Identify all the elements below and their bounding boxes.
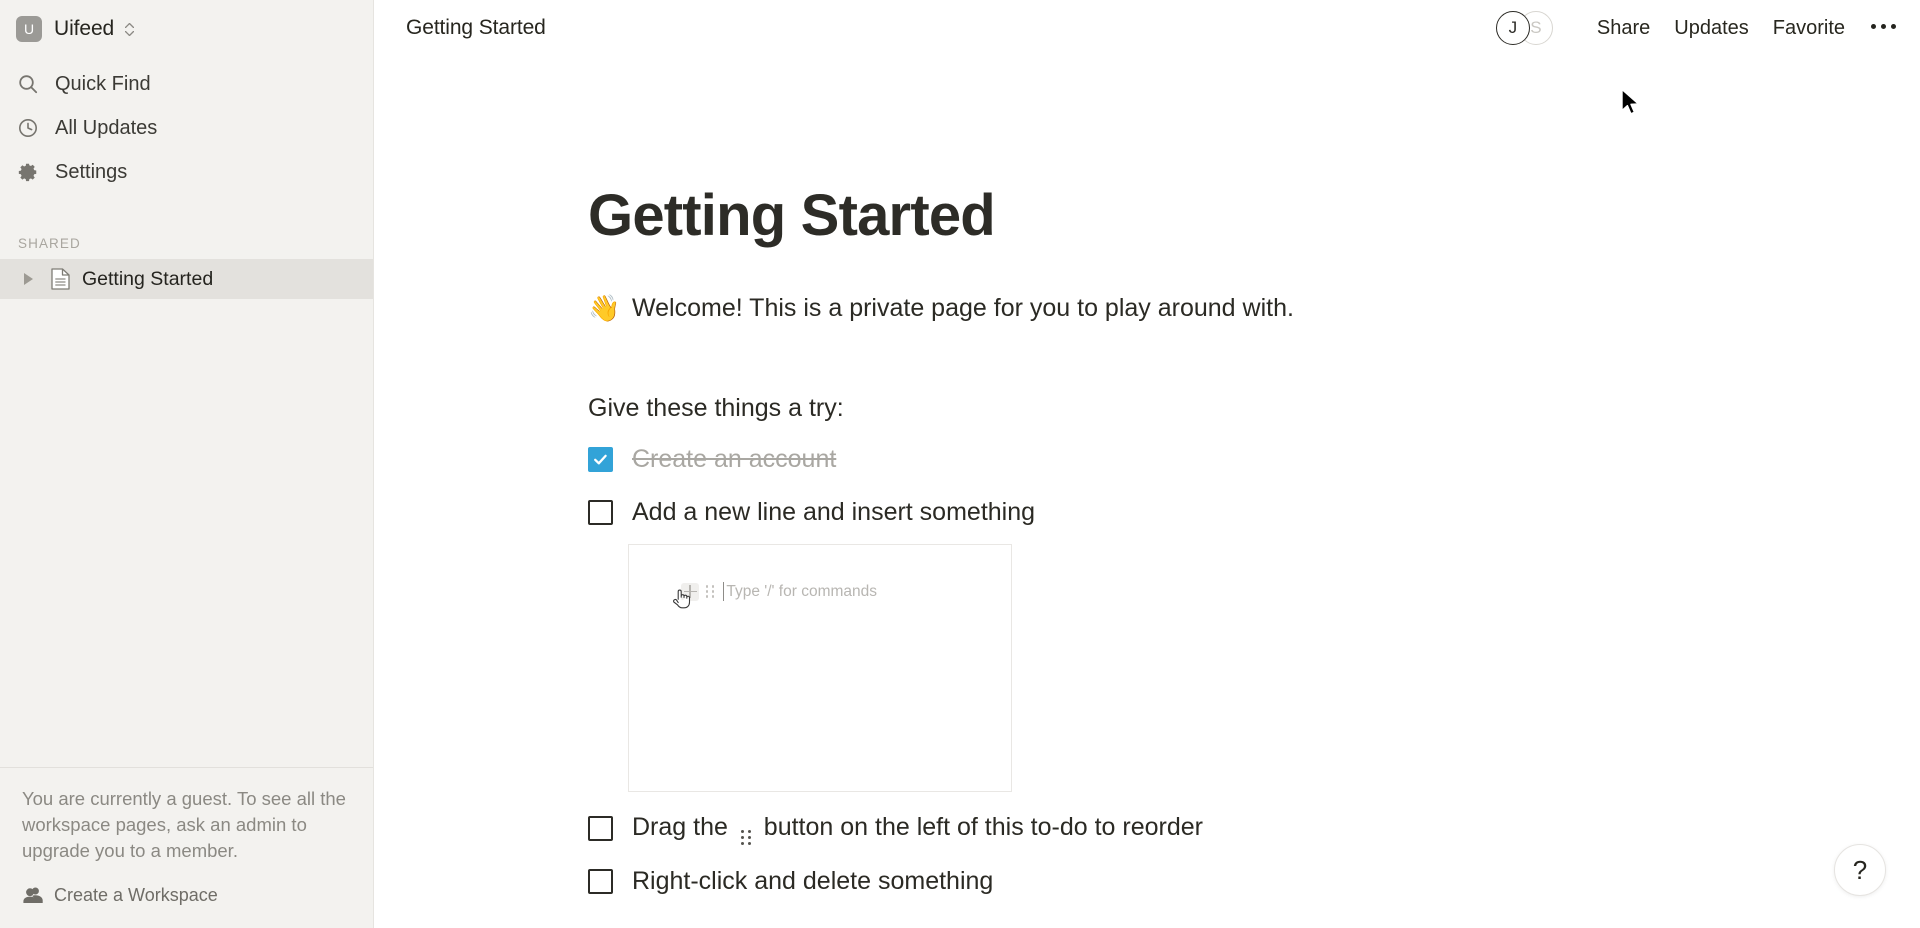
sidebar-item-label: Quick Find xyxy=(55,72,151,95)
main-content: Getting Started J S Share Updates Favori… xyxy=(374,0,1920,928)
document-body: Getting Started 👋 Welcome! This is a pri… xyxy=(374,56,1920,898)
workspace-logo: U xyxy=(16,16,42,42)
search-icon xyxy=(16,72,40,96)
drag-handle-icon xyxy=(740,829,751,845)
text-caret xyxy=(722,582,725,602)
empty-block-container[interactable]: Type '/' for commands xyxy=(628,544,1012,793)
topbar: Getting Started J S Share Updates Favori… xyxy=(374,0,1920,56)
todo-checkbox[interactable] xyxy=(588,499,613,525)
chevron-up-down-icon xyxy=(123,19,135,39)
triangle-right-icon[interactable] xyxy=(20,271,36,287)
sidebar-item-quick-find[interactable]: Quick Find xyxy=(0,62,373,106)
create-workspace-button[interactable]: Create a Workspace xyxy=(22,884,351,906)
sidebar-page-label: Getting Started xyxy=(82,267,214,290)
sidebar-item-all-updates[interactable]: All Updates xyxy=(0,106,373,150)
breadcrumb[interactable]: Getting Started xyxy=(406,16,546,40)
workspace-switcher[interactable]: U Uifeed xyxy=(0,0,373,58)
share-button[interactable]: Share xyxy=(1597,17,1650,40)
drag-handle-icon[interactable] xyxy=(706,585,714,598)
todo-item[interactable]: Right-click and delete something xyxy=(588,864,1648,898)
people-icon xyxy=(22,884,44,906)
sidebar-footer: You are currently a guest. To see all th… xyxy=(0,767,373,928)
ellipsis-icon[interactable] xyxy=(1871,23,1896,33)
avatar[interactable]: J xyxy=(1495,11,1530,45)
welcome-text: Welcome! This is a private page for you … xyxy=(632,293,1294,322)
clock-icon xyxy=(16,116,40,140)
todo-item[interactable]: Add a new line and insert something xyxy=(588,495,1648,529)
list-intro-text[interactable]: Give these things a try: xyxy=(588,394,1648,423)
guest-message: You are currently a guest. To see all th… xyxy=(22,788,346,861)
sidebar-section-shared: SHARED xyxy=(18,236,81,251)
todo-checkbox[interactable] xyxy=(588,446,613,472)
sidebar-item-label: All Updates xyxy=(55,116,158,139)
dot xyxy=(1871,23,1876,29)
dot xyxy=(1891,23,1896,29)
sidebar-item-settings[interactable]: Settings xyxy=(0,150,373,194)
sidebar-nav: Quick Find All Updates Settings xyxy=(0,58,373,194)
page-title[interactable]: Getting Started xyxy=(588,185,1648,247)
block-placeholder: Type '/' for commands xyxy=(726,582,877,600)
sidebar-page-getting-started[interactable]: Getting Started xyxy=(0,259,373,299)
todo-checkbox[interactable] xyxy=(588,868,613,894)
todo-label: Create an account xyxy=(632,445,837,474)
document-icon xyxy=(50,268,70,290)
sidebar-item-label: Settings xyxy=(55,160,128,183)
todo-label: Right-click and delete something xyxy=(632,867,994,896)
sidebar: U Uifeed Quick Find All Updates Settings… xyxy=(0,0,374,928)
todo-label: Add a new line and insert something xyxy=(632,498,1036,527)
todo-label-after: button on the left of this to-do to reor… xyxy=(763,812,1203,841)
todo-label: Drag the button on the left of this to-d… xyxy=(632,812,1203,845)
waving-hand-icon: 👋 xyxy=(588,292,621,323)
empty-block-row: Type '/' for commands xyxy=(681,582,877,602)
todo-item[interactable]: Create an account xyxy=(588,442,1648,476)
todo-item[interactable]: Drag the button on the left of this to-d… xyxy=(588,811,1648,845)
help-button[interactable]: ? xyxy=(1834,844,1886,896)
create-workspace-label: Create a Workspace xyxy=(54,884,218,905)
plus-icon[interactable] xyxy=(681,582,699,601)
welcome-paragraph[interactable]: 👋 Welcome! This is a private page for yo… xyxy=(588,293,1648,324)
topbar-actions: J S Share Updates Favorite xyxy=(1495,11,1898,45)
workspace-name: Uifeed xyxy=(54,17,115,40)
favorite-button[interactable]: Favorite xyxy=(1773,17,1845,40)
app-root: U Uifeed Quick Find All Updates Settings… xyxy=(0,0,1920,928)
gear-icon xyxy=(16,160,40,184)
todo-checkbox[interactable] xyxy=(588,815,613,841)
avatar-group[interactable]: J S xyxy=(1495,11,1553,45)
updates-button[interactable]: Updates xyxy=(1674,17,1749,40)
dot xyxy=(1881,23,1886,29)
todo-label-before: Drag the xyxy=(632,812,728,841)
